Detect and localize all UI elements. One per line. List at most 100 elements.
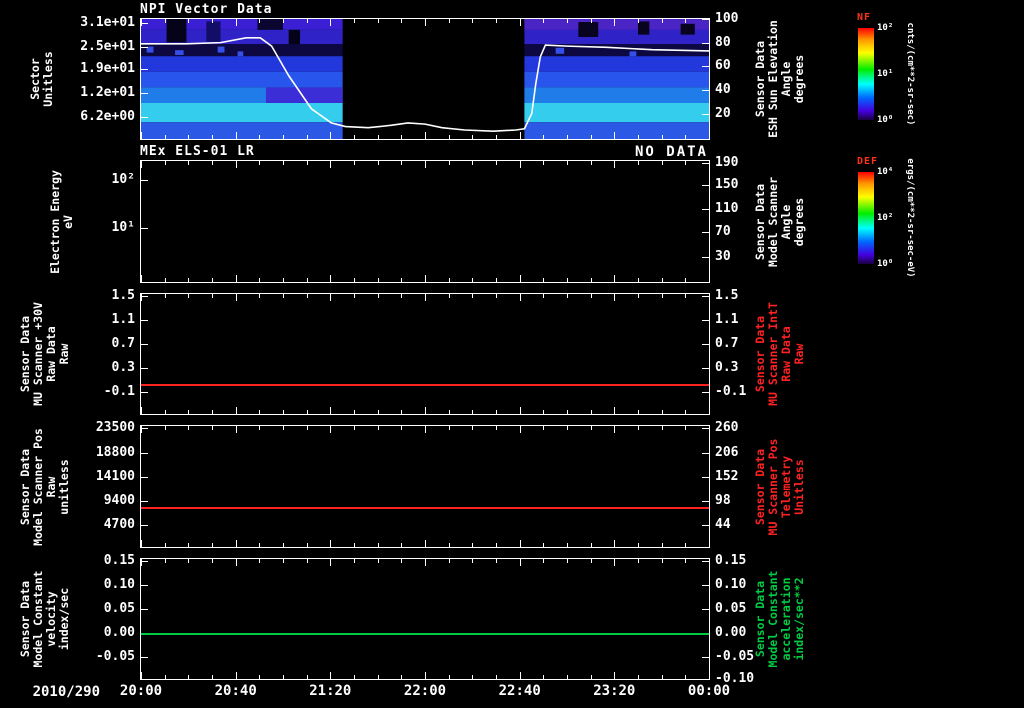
x-tick-mark <box>567 675 568 679</box>
y-tick-mark <box>702 320 709 322</box>
x-tick-mark <box>164 410 166 414</box>
x-tick-mark <box>519 275 521 282</box>
x-tick-mark <box>401 278 403 282</box>
x-tick-mark <box>283 543 284 547</box>
x-tick-mark <box>188 543 190 547</box>
y-tick-mark <box>141 368 148 370</box>
x-tick-mark <box>448 675 450 679</box>
x-tick-mark <box>377 426 379 430</box>
y-tick-label-right: 260 <box>715 420 739 436</box>
x-tick-mark <box>164 294 166 298</box>
x-tick-mark <box>188 675 190 679</box>
x-tick-mark <box>448 426 450 430</box>
x-tick-mark <box>306 410 308 414</box>
y-tick-mark <box>702 344 709 346</box>
y-tick-label-left: 0.05 <box>103 601 135 617</box>
x-tick-mark <box>685 543 687 547</box>
x-tick-mark <box>330 672 332 679</box>
x-tick-mark <box>638 19 639 23</box>
x-tick-mark <box>614 161 616 168</box>
x-tick-mark <box>212 543 213 547</box>
x-tick-mark <box>709 19 710 26</box>
x-tick-mark <box>401 559 403 563</box>
y-tick-label-right: 0.05 <box>715 601 747 617</box>
x-tick-mark <box>283 135 284 139</box>
x-tick-mark <box>164 135 166 139</box>
y-tick-mark <box>702 609 709 611</box>
x-tick-mark <box>141 275 142 282</box>
x-tick-mark <box>709 540 710 547</box>
colorbar-tick-label: 10⁰ <box>877 115 894 125</box>
x-tick-mark <box>661 294 663 298</box>
x-tick-mark <box>638 543 639 547</box>
y-tick-mark <box>702 256 709 258</box>
y-tick-label-right: 152 <box>715 468 739 484</box>
colorbar-tick-label: 10⁰ <box>877 259 894 269</box>
x-tick-mark <box>638 559 639 563</box>
y-tick-mark <box>141 22 148 24</box>
x-tick-mark <box>141 132 142 139</box>
x-tick-mark <box>259 410 261 414</box>
x-tick-mark <box>401 426 403 430</box>
y-tick-label-left: -0.1 <box>103 384 135 400</box>
x-tick-mark <box>354 278 355 282</box>
x-tick-mark <box>235 275 237 282</box>
x-tick-mark <box>401 294 403 298</box>
y-tick-label-right: 0.10 <box>715 577 747 593</box>
x-tick-mark <box>614 540 616 547</box>
x-tick-mark <box>661 278 663 282</box>
x-tick-mark <box>164 426 166 430</box>
x-tick-mark <box>164 559 166 563</box>
x-tick-mark <box>141 294 142 301</box>
x-tick-mark <box>425 161 426 168</box>
y-tick-mark <box>702 163 709 165</box>
x-tick-mark <box>472 294 474 298</box>
constant-value-line <box>141 384 709 386</box>
x-tick-mark <box>259 19 261 23</box>
x-tick-mark <box>638 426 639 430</box>
x-tick-mark <box>330 19 332 26</box>
x-tick-mark <box>188 278 190 282</box>
y-tick-mark <box>141 46 148 48</box>
x-tick-mark <box>519 407 521 414</box>
x-tick-mark <box>141 407 142 414</box>
x-tick-mark <box>519 19 521 26</box>
x-tick-mark <box>377 278 379 282</box>
x-axis-date-label: 2010/290 <box>32 684 100 700</box>
x-tick-mark <box>638 410 639 414</box>
x-tick-mark <box>448 19 450 23</box>
colorbar-nf-title: NF <box>857 12 872 23</box>
y-tick-mark <box>141 93 148 95</box>
y-tick-mark <box>702 43 709 44</box>
x-tick-mark <box>354 135 355 139</box>
y-tick-label-left: 0.10 <box>103 577 135 593</box>
panel2-plot-area <box>140 160 710 283</box>
x-tick-mark <box>141 161 142 168</box>
x-tick-mark <box>425 540 426 547</box>
y-tick-mark <box>141 476 148 478</box>
x-tick-mark <box>519 540 521 547</box>
panel5-plot-area <box>140 558 710 680</box>
y-tick-label-right: 44 <box>715 517 731 533</box>
x-tick-mark <box>472 543 474 547</box>
x-tick-mark <box>614 559 616 566</box>
x-tick-mark <box>614 294 616 301</box>
x-tick-mark <box>661 426 663 430</box>
x-tick-mark <box>685 410 687 414</box>
y-tick-mark <box>141 344 148 346</box>
x-tick-mark <box>590 426 592 430</box>
x-tick-mark <box>638 161 639 165</box>
x-tick-mark <box>661 559 663 563</box>
x-tick-mark <box>425 275 426 282</box>
x-tick-mark <box>709 672 710 679</box>
y-tick-mark <box>141 452 148 454</box>
colorbar-tick-label: 10² <box>877 23 894 33</box>
x-tick-mark <box>614 672 616 679</box>
y-tick-mark <box>141 296 148 298</box>
x-tick-mark <box>235 407 237 414</box>
x-tick-mark <box>496 426 497 430</box>
y-tick-label-right: 20 <box>715 105 731 121</box>
y-tick-mark <box>702 679 709 680</box>
y-tick-mark <box>141 227 148 229</box>
x-tick-mark <box>235 540 237 547</box>
